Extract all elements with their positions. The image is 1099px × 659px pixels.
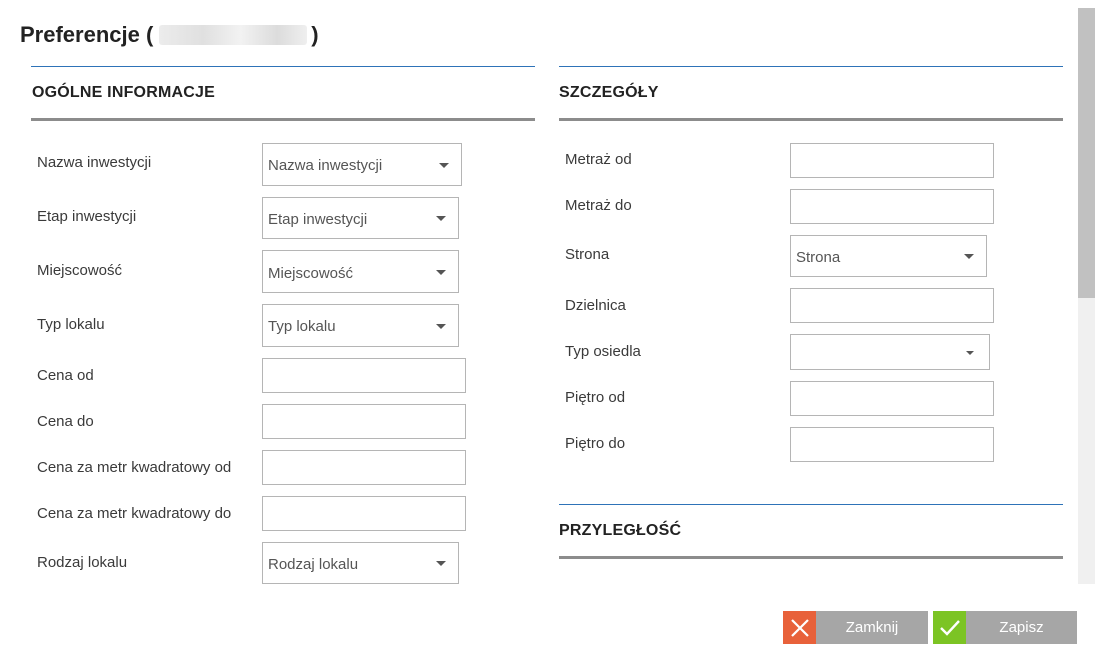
dialog-title-prefix: Preferencje ( [20,22,154,47]
field-label: Cena od [37,367,94,384]
close-button-label: Zamknij [845,619,899,636]
section-title-adjacency: PRZYLEGŁOŚĆ [559,521,682,539]
vertical-scrollbar[interactable] [1078,8,1095,584]
field-label: Typ lokalu [37,316,105,333]
field-label: Piętro do [565,435,626,452]
select-placeholder: Typ lokalu [268,318,336,335]
field-label: Typ osiedla [565,343,641,360]
close-button[interactable]: Zamknij [783,611,928,644]
section-header-adjacency: PRZYLEGŁOŚĆ [559,504,1063,559]
caret-down-icon [966,351,974,355]
field-label: Rodzaj lokalu [37,554,128,571]
unit-type-select[interactable]: Typ lokalu [262,304,459,347]
price-per-sqm-to-input[interactable] [262,496,466,531]
field-label: Cena do [37,413,94,430]
caret-down-icon [439,163,449,168]
field-label: Etap inwestycji [37,208,137,225]
unit-kind-select[interactable]: Rodzaj lokalu [262,542,459,584]
price-to-input[interactable] [262,404,466,439]
close-icon [783,611,816,644]
scrollbar-thumb[interactable] [1078,8,1095,298]
redacted-name [159,25,308,45]
investment-stage-select[interactable]: Etap inwestycji [262,197,459,239]
general-info-section: OGÓLNE INFORMACJE Nazwa inwestycji Nazwa… [31,66,535,584]
section-header-general: OGÓLNE INFORMACJE [31,66,535,121]
floor-from-input[interactable] [790,381,994,416]
caret-down-icon [964,254,974,259]
select-placeholder: Strona [796,249,841,266]
city-select[interactable]: Miejscowość [262,250,459,293]
area-to-input[interactable] [790,189,994,224]
estate-type-select[interactable] [790,334,990,370]
field-label: Metraż do [565,197,632,214]
floor-to-input[interactable] [790,427,994,462]
district-input[interactable] [790,288,994,323]
section-title-details: SZCZEGÓŁY [559,83,659,101]
field-label: Strona [565,246,610,263]
select-placeholder: Etap inwestycji [268,211,368,228]
price-from-input[interactable] [262,358,466,393]
dialog-title: Preferencje ( ) [20,22,319,48]
field-label: Metraż od [565,151,632,168]
field-label: Nazwa inwestycji [37,154,152,171]
details-section: SZCZEGÓŁY Metraż od Metraż do Strona Str… [559,66,1063,559]
field-label: Piętro od [565,389,626,406]
section-header-details: SZCZEGÓŁY [559,66,1063,121]
select-placeholder: Miejscowość [268,265,354,282]
field-label: Cena za metr kwadratowy od [37,459,232,476]
field-label: Cena za metr kwadratowy do [37,505,232,522]
select-placeholder: Rodzaj lokalu [268,556,359,573]
save-button-label: Zapisz [999,619,1044,636]
section-title-general: OGÓLNE INFORMACJE [32,83,215,101]
investment-name-select[interactable]: Nazwa inwestycji [262,143,462,186]
caret-down-icon [436,324,446,329]
check-icon [933,611,966,644]
field-label: Dzielnica [565,297,626,314]
side-select[interactable]: Strona [790,235,987,277]
area-from-input[interactable] [790,143,994,178]
caret-down-icon [436,270,446,275]
field-label: Miejscowość [37,262,123,279]
caret-down-icon [436,561,446,566]
save-button[interactable]: Zapisz [933,611,1077,644]
caret-down-icon [436,216,446,221]
dialog-title-suffix: ) [311,22,319,47]
select-placeholder: Nazwa inwestycji [268,157,383,174]
price-per-sqm-from-input[interactable] [262,450,466,485]
